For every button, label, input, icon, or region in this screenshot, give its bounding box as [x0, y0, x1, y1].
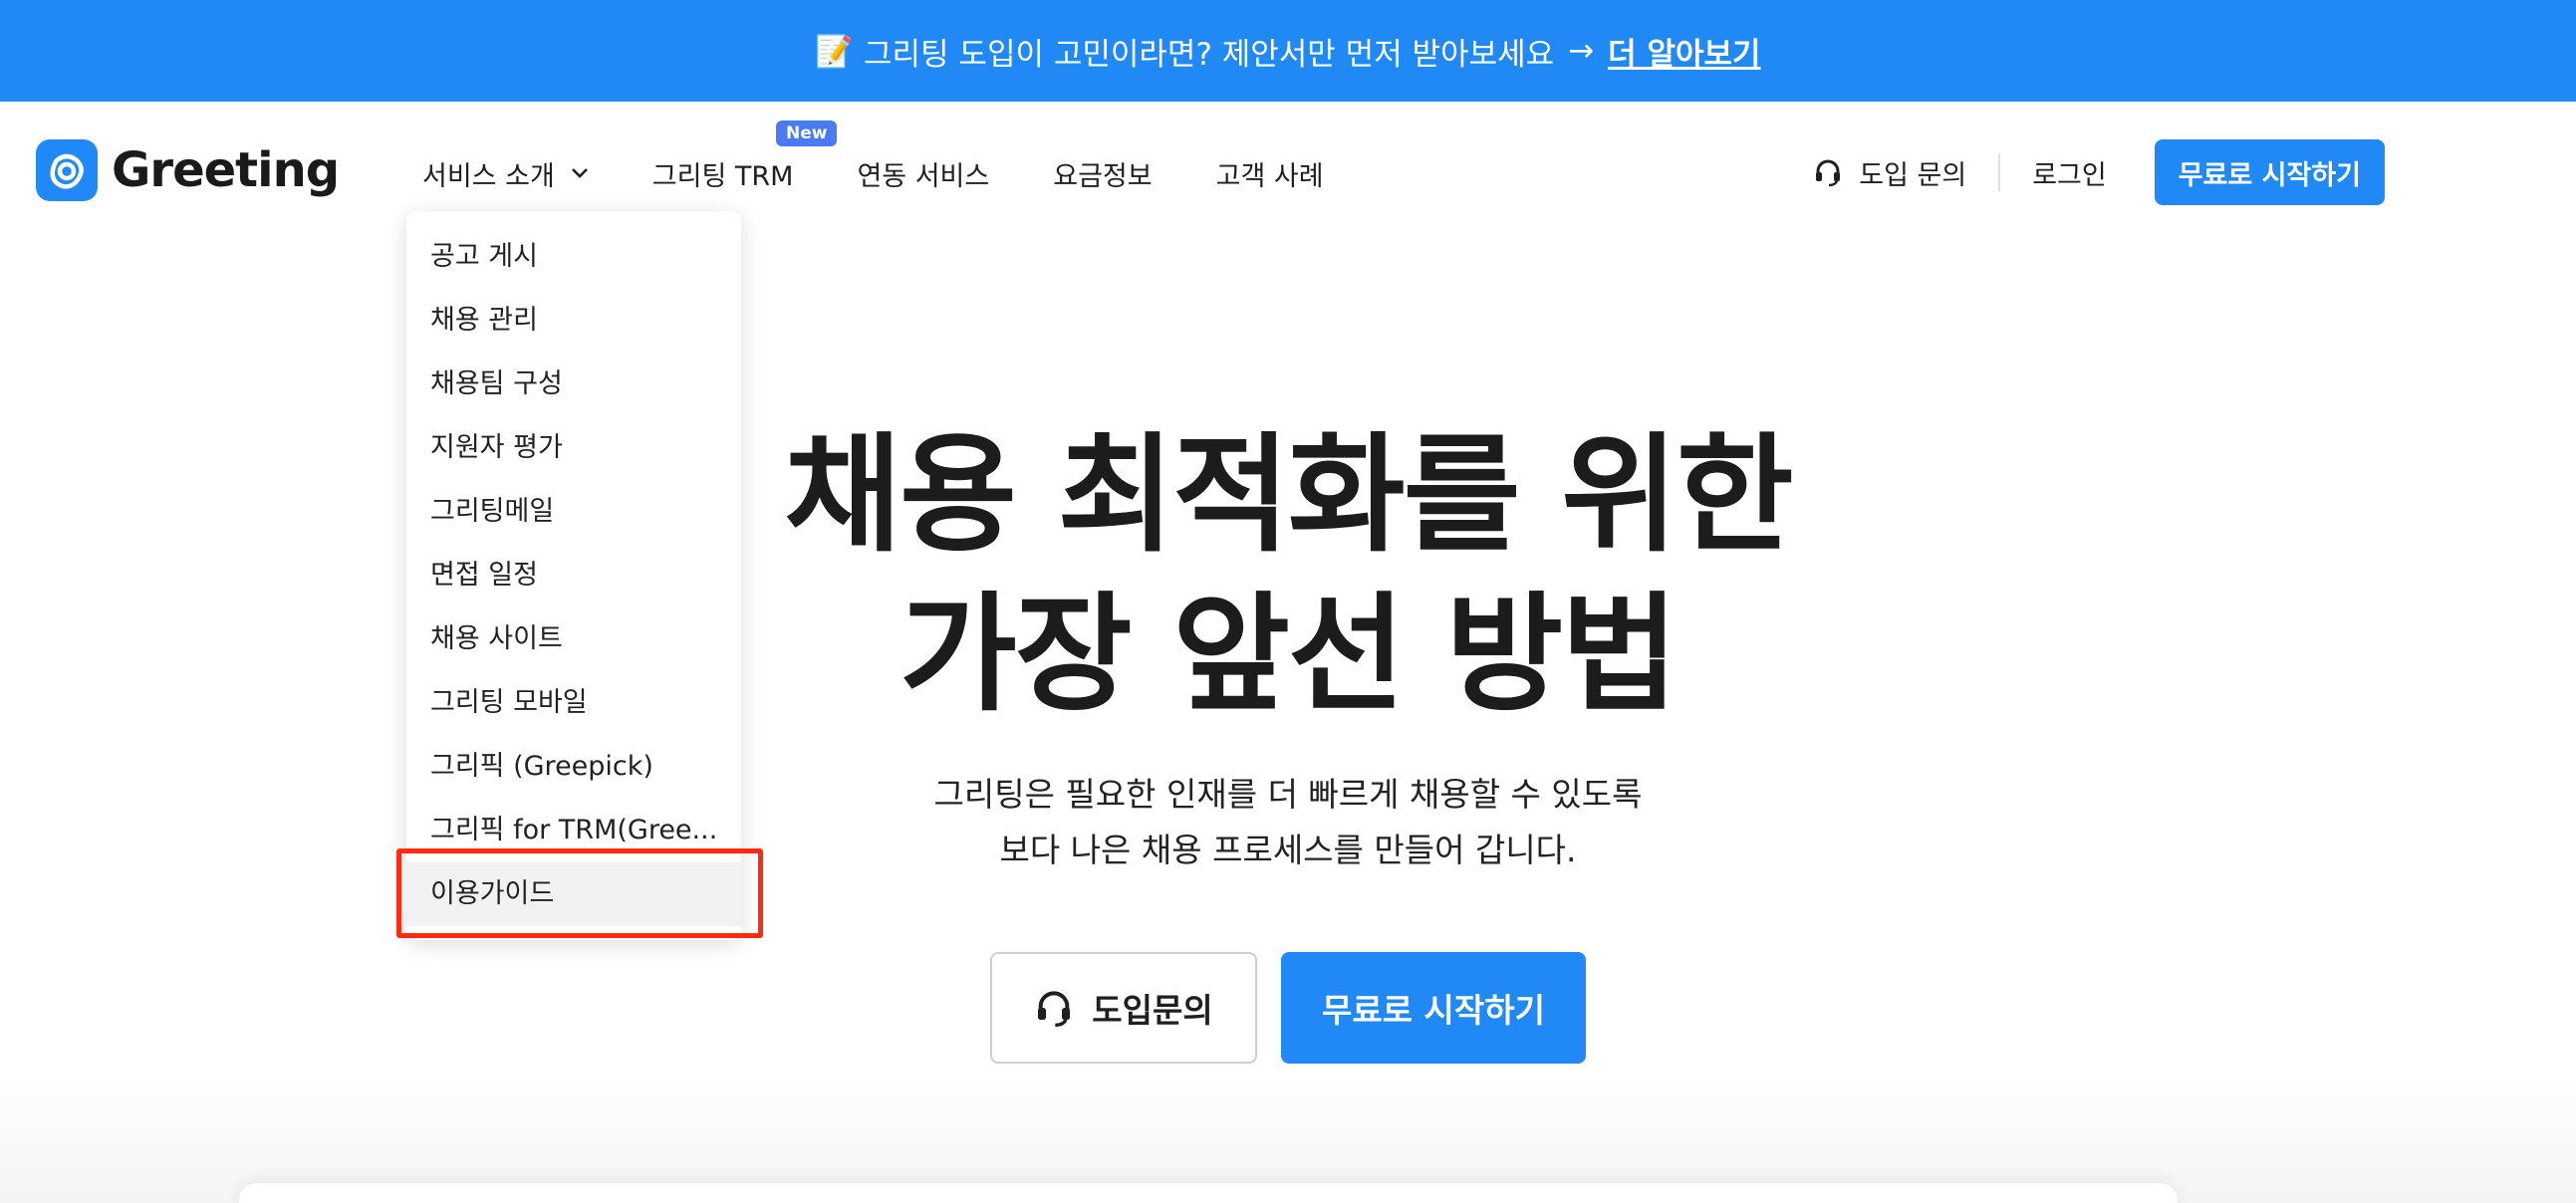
dropdown-item-greeting-mobile[interactable]: 그리팅 모바일 — [406, 671, 741, 735]
arrow-right-icon: → — [1568, 33, 1595, 69]
dropdown-item-recruitment-management[interactable]: 채용 관리 — [406, 289, 741, 353]
login-link[interactable]: 로그인 — [2032, 153, 2107, 192]
hero-inquiry-button[interactable]: 도입문의 — [990, 952, 1257, 1064]
hero-subtitle-line: 그리팅은 필요한 인재를 더 빠르게 채용할 수 있도록 — [933, 775, 1643, 814]
banner-learn-more-link[interactable]: 더 알아보기 — [1608, 29, 1760, 74]
nav-integrations[interactable]: 연동 서비스 — [857, 154, 989, 193]
new-badge: New — [775, 120, 838, 146]
nav-pricing[interactable]: 요금정보 — [1053, 154, 1152, 193]
dropdown-item-applicant-evaluation[interactable]: 지원자 평가 — [406, 416, 741, 480]
dropdown-item-greepick-trm[interactable]: 그리픽 for TRM(Gree... — [406, 799, 741, 862]
dropdown-item-greepick[interactable]: 그리픽 (Greepick) — [406, 735, 741, 799]
nav-label: 요금정보 — [1053, 160, 1153, 192]
hero-subtitle: 그리팅은 필요한 인재를 더 빠르게 채용할 수 있도록 보다 나은 채용 프로… — [0, 767, 2576, 878]
service-intro-dropdown: 공고 게시 채용 관리 채용팀 구성 지원자 평가 그리팅메일 면접 일정 채용… — [406, 211, 741, 940]
memo-icon: 📝 — [815, 33, 855, 70]
hero-start-free-button[interactable]: 무료로 시작하기 — [1281, 952, 1586, 1064]
greeting-logo-icon — [36, 139, 98, 201]
announcement-banner: 📝 그리팅 도입이 고민이라면? 제안서만 먼저 받아보세요 → 더 알아보기 — [0, 0, 2576, 102]
main-nav: 서비스 소개 그리팅 TRM New 연동 서비스 요금정보 고객 사례 — [422, 120, 1388, 197]
nav-service-intro[interactable]: 서비스 소개 — [422, 154, 589, 193]
hero-subtitle-line: 보다 나은 채용 프로세스를 만들어 갑니다. — [999, 831, 1577, 869]
nav-label: 그리팅 TRM — [651, 160, 794, 192]
nav-label: 서비스 소개 — [422, 160, 555, 192]
hero-cta-group: 도입문의 무료로 시작하기 — [0, 952, 2576, 1064]
header-inquiry-label: 도입 문의 — [1859, 159, 1967, 191]
logo-text: Greeting — [112, 142, 340, 198]
header-divider — [1998, 153, 2001, 191]
dropdown-item-career-site[interactable]: 채용 사이트 — [406, 607, 741, 671]
headset-icon — [1816, 159, 1841, 187]
hero-inquiry-label: 도입문의 — [1092, 991, 1213, 1030]
hero-title-line: 채용 최적화를 위한 — [784, 421, 1793, 570]
nav-label: 연동 서비스 — [857, 160, 990, 192]
product-preview-card — [239, 1183, 2178, 1203]
dropdown-item-user-guide[interactable]: 이용가이드 — [406, 862, 741, 926]
nav-greeting-trm[interactable]: 그리팅 TRM New — [651, 120, 838, 193]
header-start-free-button[interactable]: 무료로 시작하기 — [2154, 139, 2385, 205]
chevron-down-icon — [571, 168, 588, 178]
site-header: Greeting 서비스 소개 그리팅 TRM New 연동 서비스 요금정보 … — [0, 102, 2576, 241]
header-inquiry-link[interactable]: 도입 문의 — [1813, 153, 1966, 192]
banner-message: 그리팅 도입이 고민이라면? 제안서만 먼저 받아보세요 — [864, 36, 1555, 73]
dropdown-item-interview-schedule[interactable]: 면접 일정 — [406, 544, 741, 607]
dropdown-item-greeting-mail[interactable]: 그리팅메일 — [406, 480, 741, 544]
headset-icon — [1038, 991, 1071, 1027]
header-actions: 도입 문의 로그인 무료로 시작하기 — [1813, 139, 2385, 205]
nav-label: 고객 사례 — [1215, 160, 1324, 192]
hero-title: 채용 최적화를 위한 가장 앞선 방법 — [0, 416, 2576, 735]
nav-customer-cases[interactable]: 고객 사례 — [1216, 154, 1324, 193]
dropdown-item-job-posting[interactable]: 공고 게시 — [406, 225, 741, 289]
hero-title-line: 가장 앞선 방법 — [900, 581, 1678, 729]
greeting-logo[interactable]: Greeting — [36, 137, 340, 203]
dropdown-item-hiring-team[interactable]: 채용팀 구성 — [406, 353, 741, 416]
